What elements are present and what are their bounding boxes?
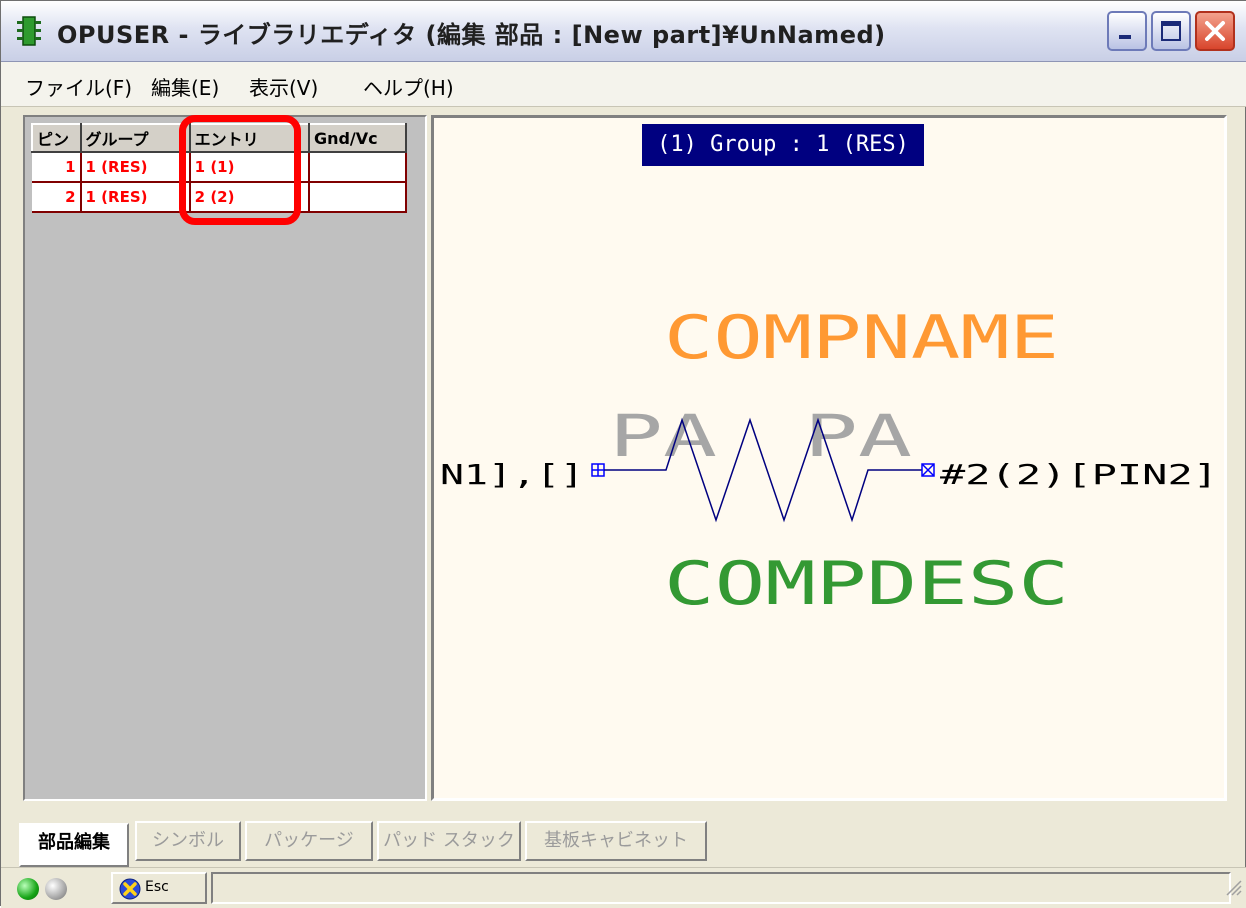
compdesc-text[interactable]: COMPDESC [664, 549, 1069, 619]
tab-symbol[interactable]: シンボル [135, 821, 241, 861]
pa-right-text[interactable]: PA [804, 402, 912, 470]
column-header-pin[interactable]: ピン [31, 123, 82, 153]
cell-pin[interactable]: 1 [32, 152, 82, 183]
window-title: OPUSER - ライブラリエディタ (編集 部品 : [New part]¥U… [57, 21, 886, 49]
menu-file[interactable]: ファイル(F) [25, 72, 132, 101]
tab-board-cabinet[interactable]: 基板キャビネット [525, 821, 707, 861]
cell-entry[interactable]: 2 (2) [189, 182, 310, 213]
pa-left-text[interactable]: PA [609, 402, 717, 470]
close-button[interactable] [1195, 11, 1235, 51]
esc-label: Esc [145, 879, 169, 895]
menu-edit[interactable]: 編集(E) [151, 72, 219, 101]
pin-2-marker[interactable] [921, 463, 935, 477]
resize-grip-icon[interactable] [1223, 877, 1243, 897]
symbol-canvas[interactable]: (1) Group : 1 (RES) COMPNAME PA PA N1],[… [431, 115, 1227, 801]
pin-table-panel: ピン グループ エントリ Gnd/Vc 1 1 (RES) 1 (1) 2 1 … [23, 115, 427, 801]
cell-pin[interactable]: 2 [32, 182, 82, 213]
status-bar: Esc [1, 867, 1246, 908]
app-icon [17, 16, 41, 46]
table-row[interactable]: 2 1 (RES) 2 (2) [32, 182, 408, 213]
esc-icon [119, 878, 141, 900]
column-header-gndvc[interactable]: Gnd/Vc [307, 123, 408, 153]
column-header-group[interactable]: グループ [79, 123, 191, 153]
maximize-icon [1161, 21, 1181, 41]
title-bar[interactable]: OPUSER - ライブラリエディタ (編集 部品 : [New part]¥U… [1, 1, 1246, 62]
symbol-drawing: COMPNAME PA PA N1],[] #2(2)[PIN2] COMPDE… [440, 303, 1218, 619]
cell-entry[interactable]: 1 (1) [189, 152, 310, 183]
status-led-green-icon [17, 878, 39, 900]
maximize-button[interactable] [1151, 11, 1191, 51]
status-message-field [211, 872, 1231, 904]
menu-bar: ファイル(F) 編集(E) 表示(V) ヘルプ(H) [1, 62, 1246, 107]
cell-gndvc[interactable] [308, 152, 408, 183]
minimize-icon [1119, 35, 1131, 39]
pin-left-label[interactable]: N1],[] [440, 458, 584, 491]
tab-pad-stack[interactable]: パッド スタック [377, 821, 521, 861]
minimize-button[interactable] [1107, 11, 1147, 51]
tab-strip: 部品編集 シンボル パッケージ パッド スタック 基板キャビネット [1, 807, 1246, 867]
compname-text[interactable]: COMPNAME [664, 303, 1059, 373]
cell-group[interactable]: 1 (RES) [80, 152, 191, 183]
close-icon [1205, 21, 1225, 41]
esc-button[interactable]: Esc [111, 872, 207, 904]
tab-package[interactable]: パッケージ [245, 821, 373, 861]
menu-view[interactable]: 表示(V) [249, 72, 318, 101]
tab-part-edit[interactable]: 部品編集 [19, 823, 129, 867]
pin-table: ピン グループ エントリ Gnd/Vc 1 1 (RES) 1 (1) 2 1 … [31, 123, 408, 213]
pin-1-marker[interactable] [591, 463, 605, 477]
pin-right-label[interactable]: #2(2)[PIN2] [940, 458, 1218, 491]
status-led-gray-icon [45, 878, 67, 900]
cell-gndvc[interactable] [308, 182, 408, 213]
menu-help[interactable]: ヘルプ(H) [363, 72, 454, 101]
column-header-entry[interactable]: エントリ [188, 123, 310, 153]
cell-group[interactable]: 1 (RES) [80, 182, 191, 213]
application-window: OPUSER - ライブラリエディタ (編集 部品 : [New part]¥U… [0, 0, 1246, 908]
table-row[interactable]: 1 1 (RES) 1 (1) [32, 152, 408, 183]
table-header-row: ピン グループ エントリ Gnd/Vc [31, 123, 408, 153]
